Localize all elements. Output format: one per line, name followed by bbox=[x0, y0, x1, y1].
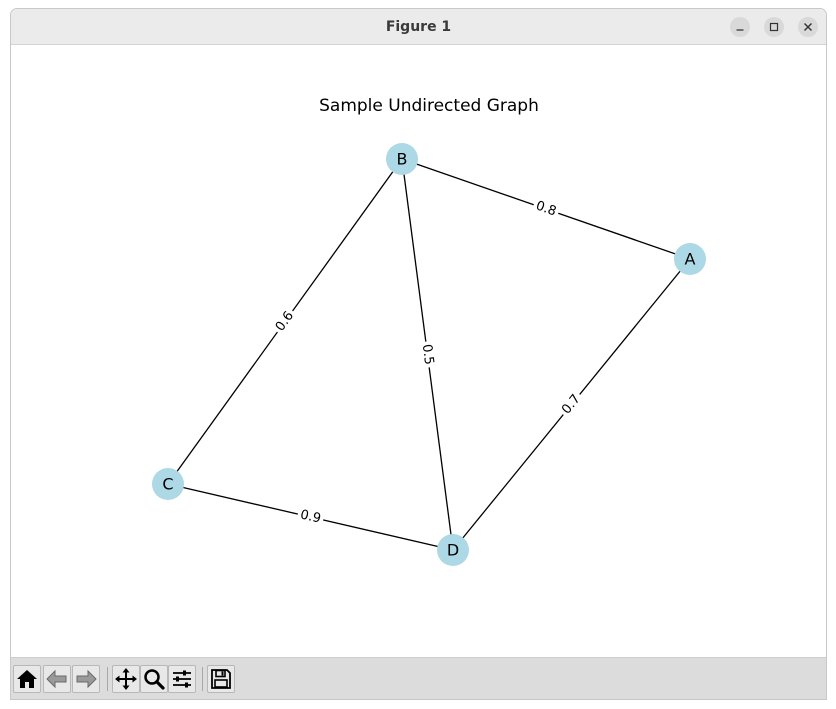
figure-window: Figure 1 Sample Undirected Graph 0.8 0.6 0… bbox=[10, 8, 827, 700]
move-icon bbox=[115, 668, 137, 690]
node-label-A: A bbox=[685, 250, 696, 269]
edge-label-A-D: 0.7 bbox=[556, 388, 587, 421]
floppy-disk-icon bbox=[211, 669, 231, 689]
title-bar: Figure 1 bbox=[11, 9, 826, 45]
back-button[interactable] bbox=[43, 665, 71, 693]
close-icon bbox=[804, 23, 812, 31]
node-label-D: D bbox=[447, 541, 459, 560]
edge-label-C-D: 0.9 bbox=[295, 505, 326, 529]
maximize-icon bbox=[769, 22, 779, 32]
close-button[interactable] bbox=[798, 17, 818, 37]
minimize-button[interactable] bbox=[730, 17, 750, 37]
edge-label-B-C: 0.6 bbox=[270, 305, 300, 338]
node-label-C: C bbox=[162, 475, 173, 494]
home-button[interactable] bbox=[13, 665, 41, 693]
arrow-left-icon bbox=[46, 669, 67, 689]
toolbar-separator bbox=[202, 667, 203, 691]
maximize-button[interactable] bbox=[764, 17, 784, 37]
navigation-toolbar bbox=[11, 657, 826, 699]
window-title: Figure 1 bbox=[385, 19, 452, 35]
home-icon bbox=[17, 670, 37, 688]
configure-subplots-button[interactable] bbox=[168, 665, 196, 693]
toolbar-separator bbox=[107, 667, 108, 691]
zoom-button[interactable] bbox=[140, 665, 168, 693]
save-button[interactable] bbox=[207, 665, 235, 693]
graph-plot: Sample Undirected Graph 0.80.60.50.70.9 … bbox=[152, 96, 706, 566]
magnifier-icon bbox=[144, 669, 165, 690]
pan-button[interactable] bbox=[112, 665, 140, 693]
minimize-icon bbox=[736, 29, 744, 31]
arrow-right-icon bbox=[76, 669, 97, 689]
edge-weight-label: 0.5 bbox=[419, 343, 437, 365]
edge-label-B-D: 0.5 bbox=[416, 340, 439, 369]
figure-canvas[interactable]: Sample Undirected Graph 0.8 0.6 0.5 0.7 0.9 … bbox=[11, 45, 826, 657]
node-label-B: B bbox=[397, 150, 408, 169]
forward-button[interactable] bbox=[72, 665, 100, 693]
edge-label-B-A: 0.8 bbox=[530, 196, 562, 222]
figure-title: Sample Undirected Graph bbox=[319, 96, 539, 116]
sliders-icon bbox=[173, 670, 191, 688]
